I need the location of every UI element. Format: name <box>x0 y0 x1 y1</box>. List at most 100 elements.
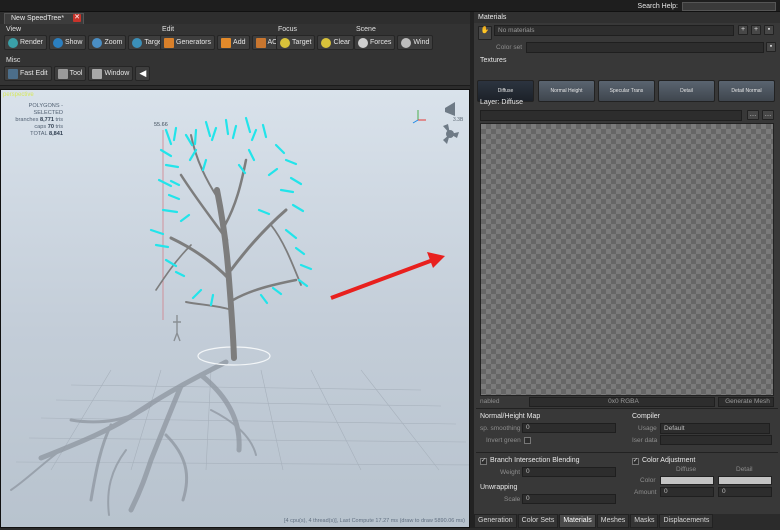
usage-label: Usage <box>638 425 657 432</box>
close-tab-icon[interactable]: ✕ <box>73 14 81 22</box>
generators-button[interactable]: Generators <box>160 35 216 50</box>
tex-detail-normal-button[interactable]: Detail Normal <box>718 80 775 102</box>
caps-label: caps <box>34 124 47 130</box>
edit-group-title: Edit <box>162 26 175 33</box>
arrow-left-icon: ◀ <box>139 68 147 78</box>
tab-generation[interactable]: Generation <box>474 514 517 528</box>
render-icon <box>8 37 18 48</box>
texture-preview[interactable] <box>480 123 774 396</box>
ao-icon <box>255 37 266 48</box>
caps-unit: tris <box>55 124 63 130</box>
layer-path-field[interactable] <box>480 110 742 121</box>
color-set-edit-icon[interactable]: ▪ <box>766 42 776 52</box>
fan-icon <box>401 37 412 48</box>
color-adjustment-checkbox[interactable]: ✓ <box>632 458 639 465</box>
focus-target-label: Target <box>292 39 312 46</box>
tex-specular-trans-button[interactable]: Specular Trans <box>598 80 655 102</box>
scale-field[interactable]: 0 <box>522 494 616 504</box>
user-data-field[interactable] <box>660 435 772 445</box>
human-scale-figure <box>173 315 181 342</box>
tex-detail-button[interactable]: Detail <box>658 80 715 102</box>
color-set-select[interactable] <box>526 42 764 53</box>
hand-icon[interactable]: ✋ <box>478 26 492 40</box>
document-tab[interactable]: New SpeedTree* <box>4 13 84 24</box>
tab-materials[interactable]: Materials <box>559 514 596 528</box>
tab-displacements[interactable]: Displacements <box>659 514 714 528</box>
unwrapping-title: Unwrapping <box>480 484 518 491</box>
zoom-button[interactable]: Zoom <box>88 35 127 50</box>
forces-button[interactable]: Forces <box>354 35 396 50</box>
tab-color-sets[interactable]: Color Sets <box>517 514 559 528</box>
clear-button[interactable]: Clear <box>317 35 355 50</box>
gizmo-label: 3.3B <box>453 117 464 123</box>
panel-tabs: Generation Color Sets Materials Meshes M… <box>474 514 780 528</box>
zoom-label: Zoom <box>104 39 123 46</box>
fast-edit-label: Fast Edit <box>20 70 48 77</box>
generators-label: Generators <box>176 39 212 46</box>
material-select[interactable]: No materials <box>494 25 734 36</box>
stats-total: TOTAL 8,841 <box>3 131 63 138</box>
search-help-input[interactable] <box>682 1 776 11</box>
generate-mesh-button[interactable]: Generate Mesh <box>718 397 774 407</box>
3d-viewport[interactable]: perspective POLYGONS - SELECTED branches… <box>0 89 470 528</box>
add-material-icon[interactable]: + <box>751 25 761 35</box>
render-button[interactable]: Render <box>4 35 47 50</box>
view-group-title: View <box>6 26 22 33</box>
back-button[interactable]: ◀ <box>135 66 151 81</box>
amount-diffuse-field[interactable]: 0 <box>660 487 714 497</box>
tex-normal-height-button[interactable]: Normal Height <box>538 80 595 102</box>
magnet-icon <box>358 37 368 48</box>
tool-button[interactable]: Tool <box>53 66 87 81</box>
eye-icon <box>52 37 63 48</box>
focus-group: Focus Target Clear <box>276 25 355 50</box>
diffuse-color-swatch[interactable] <box>660 476 714 485</box>
window-label: Window <box>104 70 130 77</box>
amount-label: Amount <box>634 489 657 496</box>
fast-edit-icon <box>8 68 18 79</box>
amount-detail-field[interactable]: 0 <box>718 487 772 497</box>
misc-group-title: Misc <box>6 57 21 64</box>
add-button[interactable]: Add <box>217 35 250 50</box>
caps-value: 70 <box>47 124 54 130</box>
stats-branches: branches 8,771 tris <box>3 117 63 124</box>
usage-select[interactable]: Default <box>660 423 770 434</box>
texture-info: 0x0 RGBA <box>529 397 715 407</box>
tab-masks[interactable]: Masks <box>630 514 659 528</box>
col-detail-label: Detail <box>736 466 753 473</box>
wind-button[interactable]: Wind <box>397 35 434 50</box>
add-label: Add <box>233 39 246 46</box>
window-button[interactable]: Window <box>88 66 134 81</box>
sp-smoothing-label: sp. smoothing <box>480 425 521 432</box>
tab-meshes[interactable]: Meshes <box>596 514 630 528</box>
target-icon <box>132 37 143 48</box>
window-icon <box>92 68 103 79</box>
tree-trunk <box>155 134 302 361</box>
color-set-label: Color set <box>496 44 523 51</box>
show-button[interactable]: Show <box>48 35 87 50</box>
weight-field[interactable]: 0 <box>522 467 616 477</box>
detail-color-swatch[interactable] <box>718 476 772 485</box>
user-data-label: Iser data <box>632 437 658 444</box>
materials-title: Materials <box>478 14 507 21</box>
scene-group: Scene Forces Wind <box>354 25 434 50</box>
invert-green-label: Invert green <box>486 437 521 444</box>
edit-group: Edit Generators Add AO <box>160 25 282 50</box>
main-toolbar: View Render Show Zoom Target Edit Genera… <box>0 24 470 86</box>
sp-smoothing-field[interactable]: 0 <box>522 423 616 433</box>
magnifier-icon <box>92 37 103 48</box>
total-label: TOTAL <box>30 131 48 137</box>
layer-clear-icon[interactable]: … <box>762 110 774 120</box>
layer-browse-icon[interactable]: … <box>747 110 759 120</box>
color-adjustment-title: Color Adjustment <box>642 457 696 464</box>
clear-icon <box>321 37 332 48</box>
rename-icon[interactable]: + <box>738 25 748 35</box>
focus-target-button[interactable]: Target <box>276 35 316 50</box>
clear-label: Clear <box>333 39 351 46</box>
copy-material-icon[interactable]: ▪ <box>764 25 774 35</box>
fast-edit-button[interactable]: Fast Edit <box>4 66 52 81</box>
invert-green-checkbox[interactable] <box>524 437 531 444</box>
branch-blending-checkbox[interactable]: ✓ <box>480 458 487 465</box>
enabled-label: nabled <box>480 398 500 405</box>
view-group: View Render Show Zoom Target <box>4 25 168 50</box>
wind-label: Wind <box>413 39 430 46</box>
